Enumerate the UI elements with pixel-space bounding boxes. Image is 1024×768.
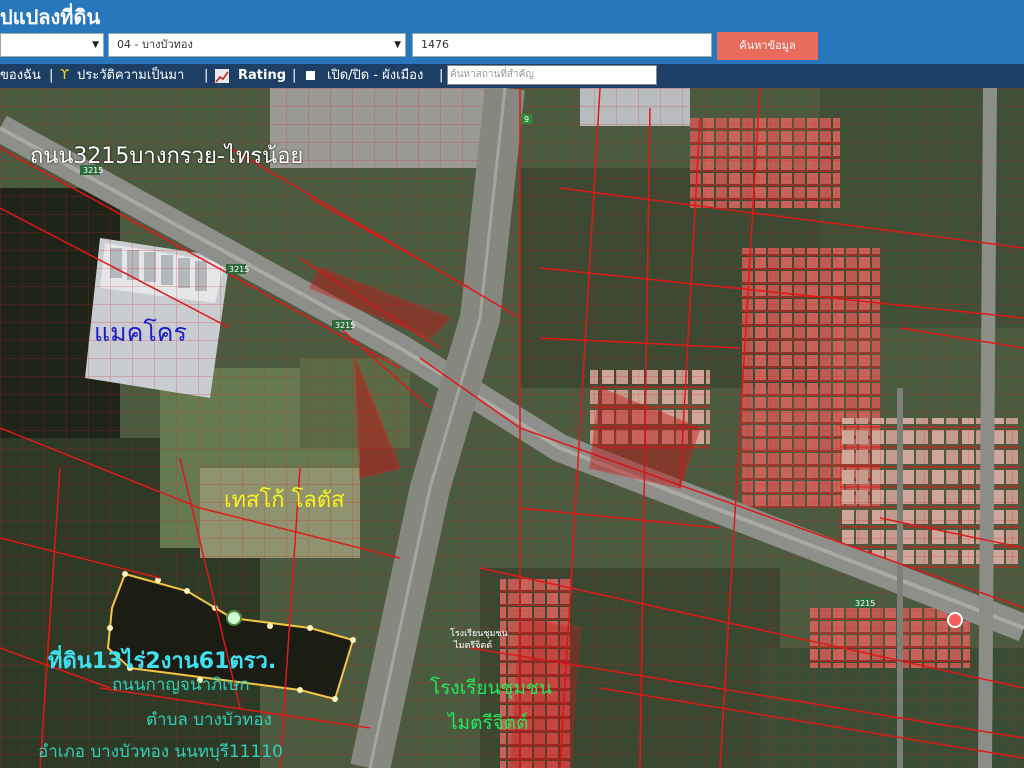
chart-icon bbox=[215, 69, 229, 83]
toolbar-rating-link[interactable]: Rating bbox=[238, 64, 286, 88]
district-select[interactable]: 04 - บางบัวทอง ▼ bbox=[108, 33, 406, 57]
place-search-input[interactable]: ค้นหาสถานที่สำคัญ bbox=[447, 65, 657, 85]
header-bar: ปแปลงที่ดิน ▼ 04 - บางบัวทอง ▼ 1476 ค้นห… bbox=[0, 0, 1024, 64]
satellite-map[interactable]: 3215 3215 3215 3215 9 ถนน3215บางกรวย-ไทร… bbox=[0, 88, 1024, 768]
road-sign-label: 3215 bbox=[855, 599, 875, 608]
toolbar-zoning-toggle[interactable]: เปิด/ปิด - ผังเมือง bbox=[327, 64, 423, 88]
parcel-number-input[interactable]: 1476 bbox=[412, 33, 712, 57]
school-label: โรงเรียนชุมชน bbox=[430, 677, 552, 699]
toolbar-item-mine[interactable]: ของฉัน bbox=[0, 64, 41, 88]
makro-label: แมคโคร bbox=[94, 318, 187, 347]
tambon-label: ตำบล บางบัวทอง bbox=[146, 710, 272, 730]
school-label-2: ไมตรีจิตต์ bbox=[448, 712, 529, 734]
province-select[interactable]: ▼ bbox=[0, 33, 104, 57]
road-sign-label: 3215 bbox=[229, 265, 249, 274]
district-select-value: 04 - บางบัวทอง bbox=[117, 38, 193, 51]
toolbar-separator: | bbox=[49, 68, 54, 83]
road2-label: ถนนกาญจนาภิเษก bbox=[112, 675, 250, 695]
chevron-down-icon: ▼ bbox=[394, 40, 401, 50]
road-label: ถนน3215บางกรวย-ไทรน้อย bbox=[30, 144, 304, 169]
chevron-down-icon: ▼ bbox=[92, 40, 99, 50]
toolbar-history-link[interactable]: ประวัติความเป็นมา bbox=[77, 64, 184, 88]
parcel-number-value: 1476 bbox=[421, 38, 449, 51]
lotus-label: เทสโก้ โลตัส bbox=[224, 488, 345, 513]
search-button[interactable]: ค้นหาข้อมูล bbox=[717, 32, 818, 60]
toolbar-separator: | bbox=[292, 68, 297, 83]
school-map-label-2: ไมตรีจิตต์ bbox=[454, 641, 493, 651]
road-sign-label: 3215 bbox=[335, 321, 355, 330]
toolbar-separator: | bbox=[204, 68, 209, 83]
sprout-icon: ϒ bbox=[60, 68, 70, 83]
page-title: ปแปลงที่ดิน bbox=[0, 5, 101, 29]
road-sign-label: 9 bbox=[524, 115, 529, 124]
toolbar-separator: | bbox=[439, 68, 444, 83]
checkbox-icon[interactable] bbox=[306, 71, 315, 80]
amphoe-label: อำเภอ บางบัวทอง นนทบุรี11110 bbox=[38, 742, 283, 762]
